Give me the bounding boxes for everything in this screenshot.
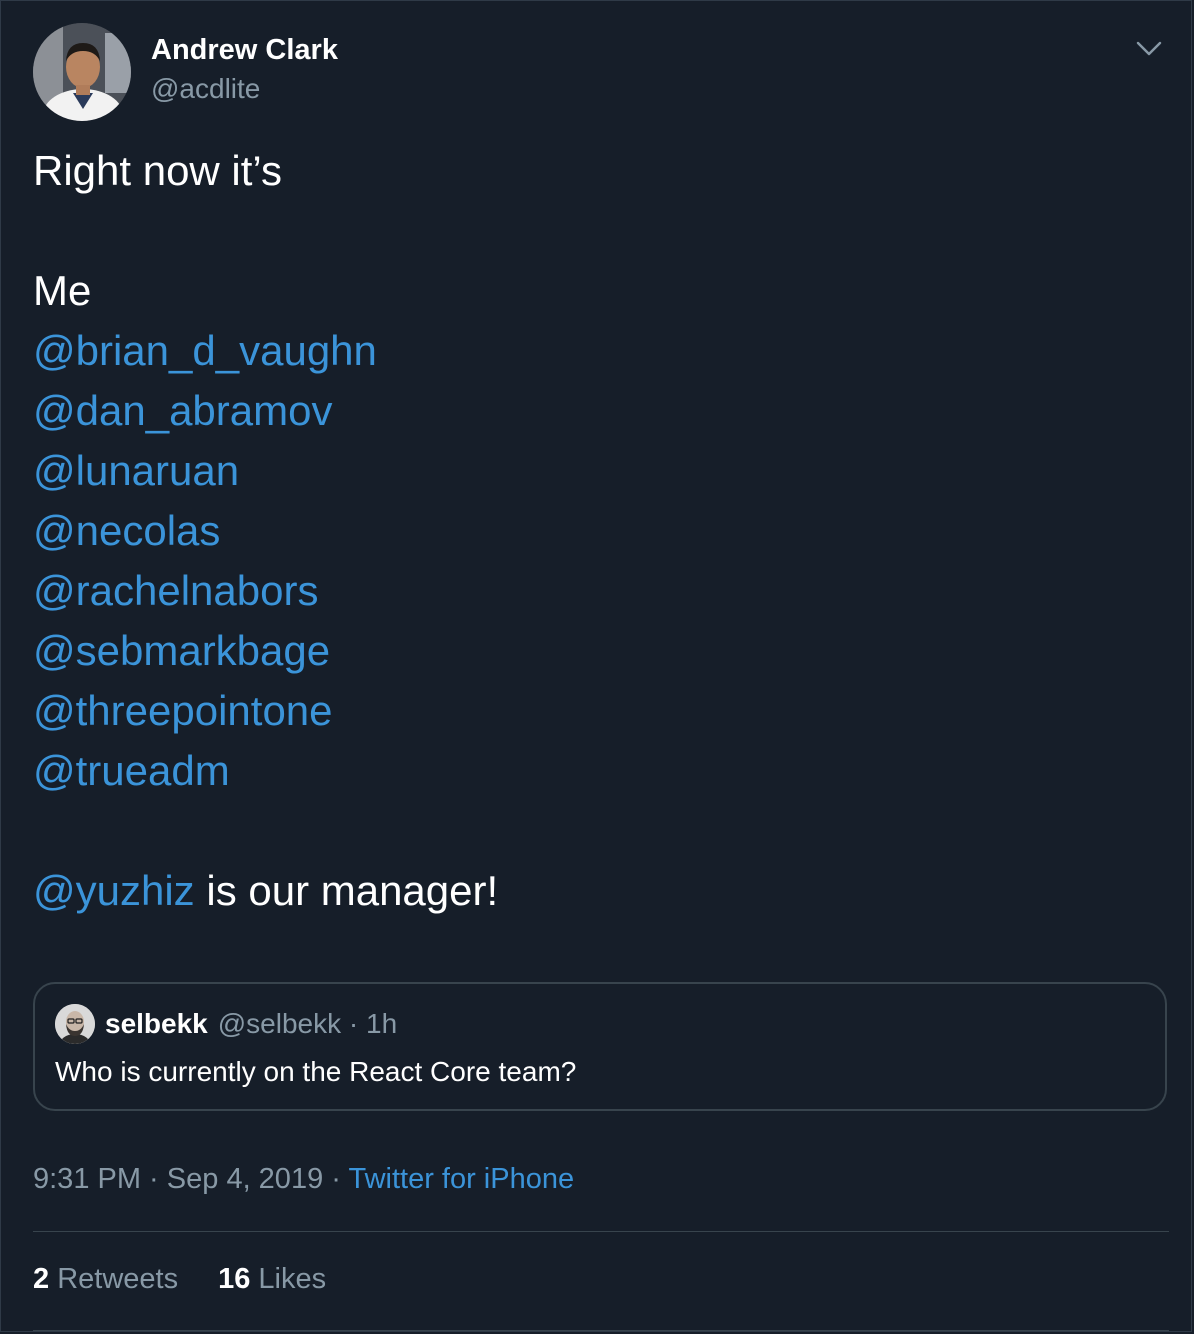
tweet-body: Right now it’s Me @brian_d_vaughn @dan_a… — [33, 141, 1153, 921]
quoted-tweet-text: Who is currently on the React Core team? — [55, 1056, 577, 1087]
tweet-first-member: Me — [33, 267, 92, 314]
tweet-time[interactable]: 9:31 PM — [33, 1163, 141, 1195]
chevron-down-icon[interactable] — [1135, 35, 1163, 63]
quoted-author-name: selbekk — [105, 1008, 208, 1039]
mention-link-manager[interactable]: @yuzhiz — [33, 867, 195, 914]
tweet-card: Andrew Clark @acdlite Right now it’s Me … — [0, 0, 1192, 1332]
author-handle[interactable]: @acdlite — [151, 70, 338, 108]
tweet-source-link[interactable]: Twitter for iPhone — [348, 1163, 574, 1195]
mention-link[interactable]: @lunaruan — [33, 447, 239, 494]
divider — [33, 1231, 1169, 1232]
tweet-timestamp: 9:31 PM · Sep 4, 2019 · Twitter for iPho… — [33, 1163, 575, 1195]
author-avatar-image — [33, 23, 131, 121]
tweet-header: Andrew Clark @acdlite — [33, 23, 338, 121]
tweet-stats: 2 Retweets 16 Likes — [33, 1263, 366, 1296]
quoted-author-avatar — [55, 1004, 95, 1044]
mention-link[interactable]: @sebmarkbage — [33, 627, 330, 674]
quoted-tweet[interactable]: selbekk @selbekk · 1h Who is currently o… — [33, 982, 1167, 1111]
tweet-date[interactable]: Sep 4, 2019 — [167, 1163, 323, 1195]
likes-count[interactable]: 16 Likes — [218, 1263, 326, 1296]
mention-link[interactable]: @necolas — [33, 507, 220, 554]
tweet-closing-text: is our manager! — [194, 867, 499, 914]
mention-link[interactable]: @trueadm — [33, 747, 230, 794]
author-names: Andrew Clark @acdlite — [151, 34, 338, 108]
divider — [33, 1330, 1169, 1331]
mention-link[interactable]: @brian_d_vaughn — [33, 327, 377, 374]
mention-link[interactable]: @rachelnabors — [33, 567, 318, 614]
mention-link[interactable]: @threepointone — [33, 687, 333, 734]
retweets-count[interactable]: 2 Retweets — [33, 1263, 178, 1296]
author-display-name[interactable]: Andrew Clark — [151, 32, 338, 68]
tweet-closing: @yuzhiz is our manager! — [33, 861, 1153, 921]
quoted-tweet-header: selbekk @selbekk · 1h — [55, 1004, 397, 1044]
author-avatar[interactable] — [33, 23, 131, 121]
tweet-intro: Right now it’s — [33, 147, 283, 194]
mention-link[interactable]: @dan_abramov — [33, 387, 332, 434]
quoted-author-handle: @selbekk · 1h — [217, 1008, 398, 1039]
